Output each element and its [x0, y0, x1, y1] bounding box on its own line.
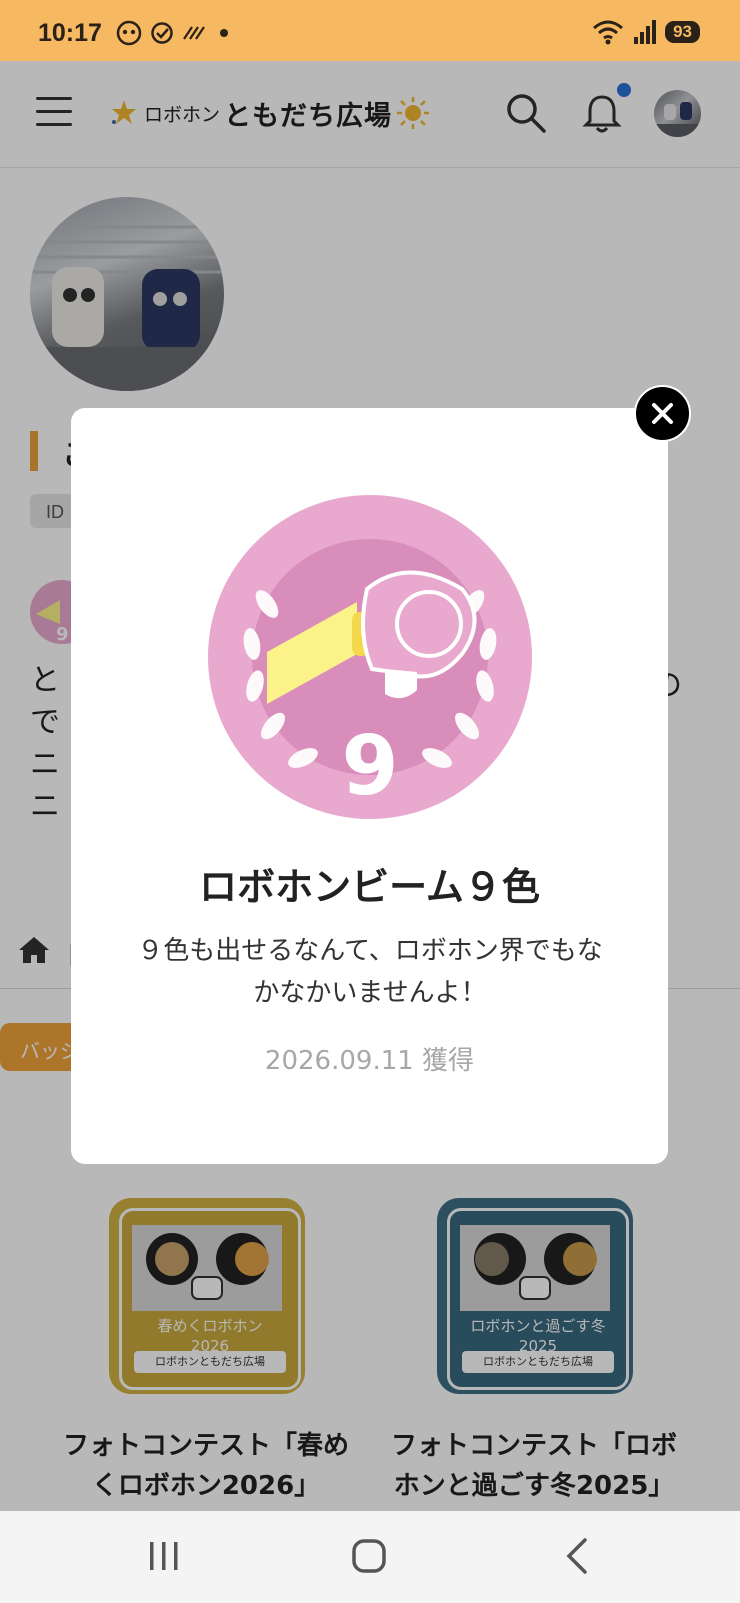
home-circle-icon[interactable] [351, 1538, 387, 1574]
status-bar: 10:17 93 [0, 0, 740, 61]
status-time: 10:17 [38, 19, 102, 47]
status-notification-icons [116, 20, 232, 46]
badge-number: 9 [341, 719, 398, 814]
back-icon[interactable] [563, 1537, 589, 1575]
robohon-beam-badge-icon: 9 [208, 495, 532, 819]
robot-face-icon [116, 20, 142, 46]
system-nav-bar [0, 1511, 740, 1603]
signal-icon [634, 20, 657, 44]
close-button[interactable] [634, 385, 691, 442]
badge-title: ロボホンビーム９色 [199, 865, 540, 909]
close-icon [652, 403, 673, 424]
badge-earned-date: 2026.09.11 獲得 [264, 1046, 475, 1076]
check-circle-icon [151, 22, 173, 44]
status-system-icons: 93 [591, 18, 700, 46]
badge-description: ９色も出せるなんて、ロボホン界でもなかなかいませんよ！ [137, 936, 603, 1008]
nfc-icon [183, 26, 205, 40]
wifi-icon [593, 20, 624, 45]
battery-indicator: 93 [665, 21, 700, 43]
recent-apps-icon[interactable] [148, 1539, 180, 1573]
dot-icon [220, 29, 228, 37]
